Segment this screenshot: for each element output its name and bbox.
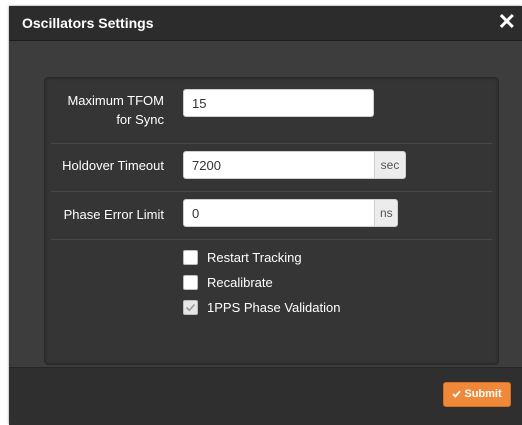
max-tfom-label: Maximum TFOM for Sync <box>51 91 164 129</box>
oscillators-settings-dialog: Oscillators Settings ✕ Maximum TFOM for … <box>9 6 522 425</box>
holdover-timeout-label: Holdover Timeout <box>62 158 164 173</box>
divider <box>51 143 492 144</box>
close-icon[interactable]: ✕ <box>498 8 516 36</box>
divider <box>51 191 492 192</box>
phase-error-unit-addon: ns <box>374 199 398 227</box>
recalibrate-checkbox[interactable] <box>183 275 198 290</box>
checkmark-icon <box>185 303 196 312</box>
restart-tracking-label: Restart Tracking <box>207 250 302 265</box>
pps-phase-validation-label: 1PPS Phase Validation <box>207 300 341 315</box>
checkmark-icon <box>452 390 462 398</box>
phase-error-limit-label: Phase Error Limit <box>63 207 164 222</box>
dialog-header: Oscillators Settings ✕ <box>9 6 522 41</box>
pps-phase-validation-checkbox[interactable] <box>183 300 198 315</box>
phase-error-limit-input[interactable] <box>183 199 375 227</box>
max-tfom-label-line1: Maximum TFOM <box>67 93 164 108</box>
max-tfom-input[interactable] <box>183 89 374 117</box>
max-tfom-label-line2: for Sync <box>116 112 164 127</box>
dialog-title: Oscillators Settings <box>22 15 154 31</box>
recalibrate-label: Recalibrate <box>207 275 273 290</box>
settings-panel: Maximum TFOM for Sync Holdover Timeout s… <box>44 77 499 365</box>
dialog-footer: Submit <box>9 367 522 425</box>
dialog-body: Maximum TFOM for Sync Holdover Timeout s… <box>9 41 522 367</box>
holdover-unit-addon: sec <box>374 151 406 179</box>
submit-button[interactable]: Submit <box>443 382 511 407</box>
submit-label: Submit <box>464 388 502 400</box>
restart-tracking-checkbox[interactable] <box>183 250 198 265</box>
divider <box>51 239 492 240</box>
holdover-timeout-input[interactable] <box>183 151 375 179</box>
